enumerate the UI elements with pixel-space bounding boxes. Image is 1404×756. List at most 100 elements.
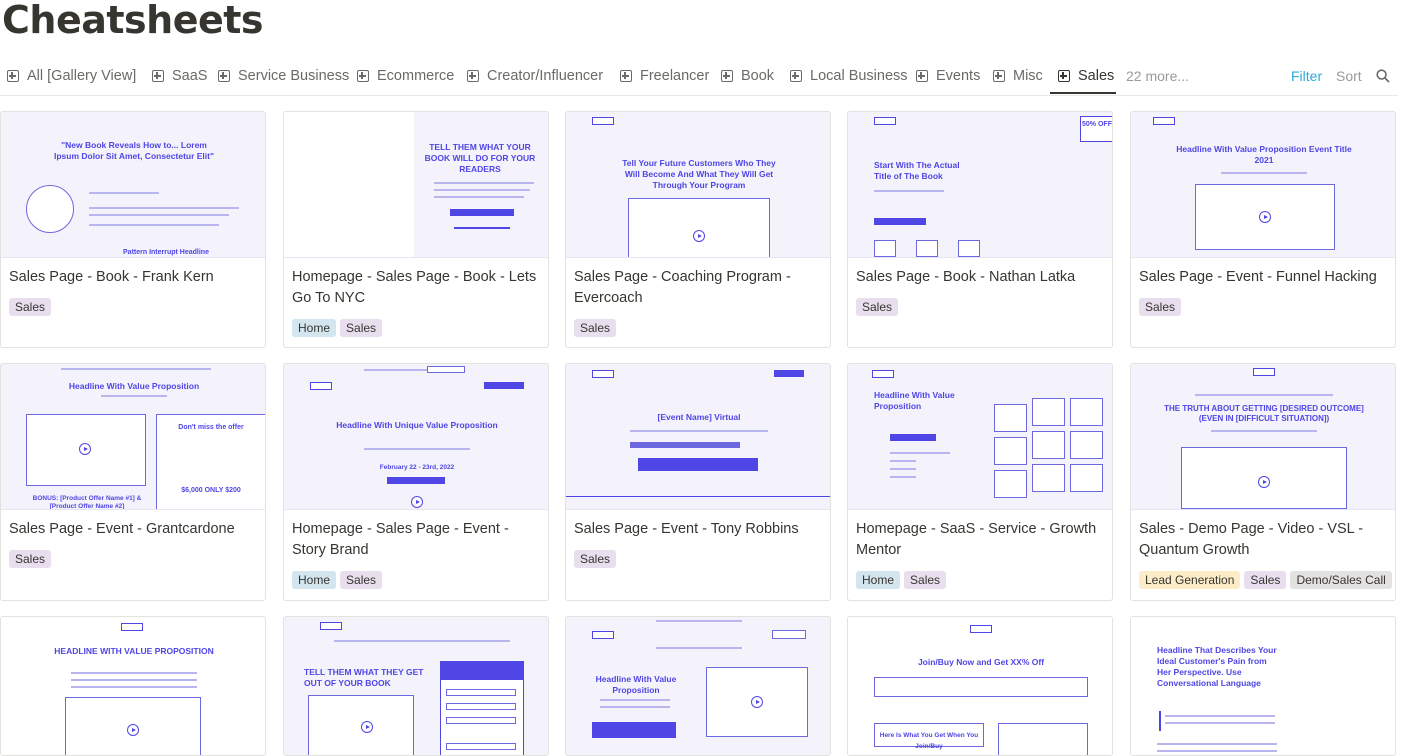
tag-sales: Sales bbox=[9, 550, 52, 568]
tag-sales: Sales bbox=[574, 319, 617, 337]
card-title: Sales Page - Event - Grantcardone bbox=[9, 521, 235, 537]
bonus-text: BONUS: [Product Offer Name #1] & [Produc… bbox=[32, 495, 142, 510]
thumb-headline: "New Book Reveals How to... Lorem Ipsum … bbox=[53, 140, 215, 161]
play-icon bbox=[127, 724, 139, 736]
tag-home: Home bbox=[292, 319, 337, 337]
thumb-subheadline: Here Is What You Get When You Join/Buy bbox=[879, 732, 979, 750]
thumb-headline: [Event Name] Virtual bbox=[657, 412, 741, 422]
tab-ecommerce[interactable]: Ecommerce bbox=[357, 58, 454, 94]
gallery-card[interactable]: Headline That Describes Your Ideal Custo… bbox=[1130, 616, 1396, 756]
page-title: Cheatsheets bbox=[2, 0, 264, 42]
gallery-card[interactable]: TELL THEM WHAT YOUR BOOK WILL DO FOR YOU… bbox=[283, 111, 549, 348]
tab-service-business[interactable]: Service Business bbox=[218, 58, 349, 94]
gallery-card[interactable]: Tell Your Future Customers Who They Will… bbox=[565, 111, 831, 348]
filter-button[interactable]: Filter bbox=[1291, 58, 1322, 94]
thumb-headline: Headline That Describes Your Ideal Custo… bbox=[1157, 645, 1277, 688]
gallery-card[interactable]: Headline With Value Proposition Homepage… bbox=[847, 363, 1113, 601]
thumb-headline: Tell Your Future Customers Who They Will… bbox=[622, 158, 776, 190]
tag-lead-generation: Lead Generation bbox=[1139, 571, 1241, 589]
play-icon bbox=[1258, 476, 1270, 488]
tag-sales: Sales bbox=[340, 319, 383, 337]
card-thumbnail: Tell Your Future Customers Who They Will… bbox=[566, 112, 830, 258]
gallery-view-icon bbox=[218, 70, 230, 82]
tag-sales: Sales bbox=[574, 550, 617, 568]
gallery-card[interactable]: THE TRUTH ABOUT GETTING [DESIRED OUTCOME… bbox=[1130, 363, 1396, 601]
thumb-headline: Headline With Value Proposition bbox=[874, 390, 955, 411]
card-thumbnail: Join/Buy Now and Get XX% Off Here Is Wha… bbox=[848, 617, 1112, 755]
thumb-headline: Headline With Value Proposition Event Ti… bbox=[1176, 144, 1352, 165]
gallery-view-icon bbox=[993, 70, 1005, 82]
card-thumbnail: TELL THEM WHAT THEY GET OUT OF YOUR BOOK bbox=[284, 617, 548, 755]
tag-sales: Sales bbox=[9, 298, 52, 316]
play-icon bbox=[751, 696, 763, 708]
card-title: Sales Page - Event - Funnel Hacking bbox=[1139, 269, 1377, 285]
gallery-view-icon bbox=[620, 70, 632, 82]
thumb-headline: Headline With Value Proposition bbox=[68, 381, 200, 391]
card-title: Sales Page - Coaching Program - Evercoac… bbox=[574, 269, 791, 306]
card-title: Homepage - Sales Page - Book - Lets Go T… bbox=[292, 269, 537, 306]
thumb-headline: THE TRUTH ABOUT GETTING [DESIRED OUTCOME… bbox=[1164, 404, 1364, 423]
tab-book[interactable]: Book bbox=[721, 58, 774, 94]
gallery-card[interactable]: [Event Name] Virtual Sales Page - Event … bbox=[565, 363, 831, 601]
card-title: Sales Page - Book - Frank Kern bbox=[9, 269, 214, 285]
thumb-headline: TELL THEM WHAT THEY GET OUT OF YOUR BOOK bbox=[304, 667, 424, 688]
tag-demo-sales-call: Demo/Sales Call bbox=[1290, 571, 1392, 589]
gallery-card[interactable]: Join/Buy Now and Get XX% Off Here Is Wha… bbox=[847, 616, 1113, 756]
card-thumbnail: Headline With Unique Value Proposition F… bbox=[284, 364, 548, 510]
gallery-card[interactable]: Headline With Value Proposition Event Ti… bbox=[1130, 111, 1396, 348]
tab-sales[interactable]: Sales bbox=[1058, 58, 1114, 94]
play-icon bbox=[693, 230, 705, 242]
tag-sales: Sales bbox=[1139, 298, 1182, 316]
tab-saas[interactable]: SaaS bbox=[152, 58, 207, 94]
tab-misc[interactable]: Misc bbox=[993, 58, 1043, 94]
tab-creator-influencer[interactable]: Creator/Influencer bbox=[467, 58, 603, 94]
thumb-headline: Headline With Value Proposition bbox=[595, 674, 677, 695]
gallery-view-icon bbox=[721, 70, 733, 82]
tag-sales: Sales bbox=[856, 298, 899, 316]
sort-button[interactable]: Sort bbox=[1336, 58, 1362, 94]
thumb-headline: Join/Buy Now and Get XX% Off bbox=[917, 657, 1045, 667]
tab-all-gallery-view[interactable]: All [Gallery View] bbox=[7, 58, 136, 94]
tab-events[interactable]: Events bbox=[916, 58, 980, 94]
gallery-card[interactable]: "New Book Reveals How to... Lorem Ipsum … bbox=[0, 111, 266, 348]
offer-title: Don't miss the offer bbox=[178, 424, 244, 431]
card-thumbnail: [Event Name] Virtual bbox=[566, 364, 830, 510]
gallery-card[interactable]: 50% OFF Start With The Actual Title of T… bbox=[847, 111, 1113, 348]
thumb-headline: HEADLINE WITH VALUE PROPOSITION bbox=[54, 646, 214, 656]
gallery-card[interactable]: Headline With Unique Value Proposition F… bbox=[283, 363, 549, 601]
gallery-card[interactable]: Headline With Value Proposition Don't mi… bbox=[0, 363, 266, 601]
thumb-headline: Headline With Unique Value Proposition bbox=[336, 420, 498, 430]
more-views-button[interactable]: 22 more... bbox=[1126, 58, 1189, 94]
discount-badge: 50% OFF bbox=[1080, 116, 1112, 142]
gallery-card[interactable]: TELL THEM WHAT THEY GET OUT OF YOUR BOOK bbox=[283, 616, 549, 756]
play-icon bbox=[411, 496, 423, 508]
tab-freelancer[interactable]: Freelancer bbox=[620, 58, 709, 94]
gallery-view-icon bbox=[152, 70, 164, 82]
play-icon bbox=[79, 443, 91, 455]
tag-home: Home bbox=[856, 571, 901, 589]
card-title: Homepage - Sales Page - Event - Story Br… bbox=[292, 521, 509, 558]
search-button[interactable] bbox=[1376, 58, 1390, 94]
card-title: Sales Page - Event - Tony Robbins bbox=[574, 521, 799, 537]
card-thumbnail: Headline With Value Proposition bbox=[566, 617, 830, 755]
gallery-card[interactable]: Headline With Value Proposition bbox=[565, 616, 831, 756]
active-tab-indicator bbox=[1050, 92, 1116, 94]
thumb-headline: Start With The Actual Title of The Book bbox=[874, 160, 960, 181]
card-title: Sales Page - Book - Nathan Latka bbox=[856, 269, 1076, 285]
search-icon bbox=[1376, 69, 1390, 83]
card-thumbnail: HEADLINE WITH VALUE PROPOSITION bbox=[1, 617, 265, 755]
gallery-view-icon bbox=[916, 70, 928, 82]
gallery-view-icon bbox=[790, 70, 802, 82]
play-icon bbox=[361, 721, 373, 733]
tag-sales: Sales bbox=[340, 571, 383, 589]
card-thumbnail: Headline With Value Proposition Don't mi… bbox=[1, 364, 265, 510]
card-title: Homepage - SaaS - Service - Growth Mento… bbox=[856, 521, 1097, 558]
offer-price: $6,000 ONLY $200 bbox=[181, 487, 241, 494]
gallery-view-icon bbox=[7, 70, 19, 82]
gallery-card[interactable]: HEADLINE WITH VALUE PROPOSITION bbox=[0, 616, 266, 756]
card-thumbnail: Headline With Value Proposition Event Ti… bbox=[1131, 112, 1395, 258]
tab-local-business[interactable]: Local Business bbox=[790, 58, 908, 94]
gallery-view-icon bbox=[357, 70, 369, 82]
card-thumbnail: 50% OFF Start With The Actual Title of T… bbox=[848, 112, 1112, 258]
tag-sales: Sales bbox=[904, 571, 947, 589]
